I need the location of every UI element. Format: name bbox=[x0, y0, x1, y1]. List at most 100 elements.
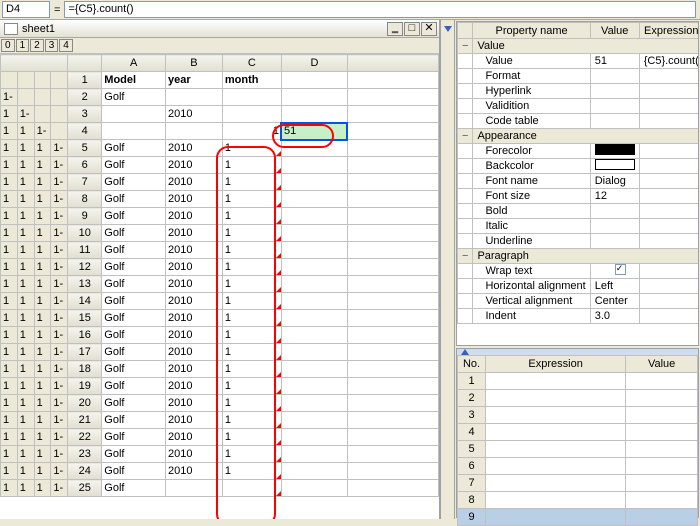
spreadsheet-grid[interactable]: ABCD1Modelyearmonth1-2Golf11-32010111-41… bbox=[0, 54, 439, 497]
row-header[interactable]: 15 bbox=[68, 310, 102, 327]
row-header[interactable]: 22 bbox=[68, 429, 102, 446]
cell[interactable]: 1 bbox=[222, 327, 281, 344]
cell[interactable]: 2010 bbox=[165, 276, 222, 293]
close-icon[interactable]: ✕ bbox=[421, 22, 437, 36]
cell[interactable]: 1 bbox=[222, 446, 281, 463]
cell[interactable] bbox=[281, 463, 347, 480]
cell[interactable]: 1 bbox=[222, 174, 281, 191]
collapse-icon[interactable]: − bbox=[458, 129, 473, 144]
cell[interactable]: Golf bbox=[102, 225, 166, 242]
property-expression[interactable] bbox=[639, 279, 699, 294]
row-header[interactable]: 19 bbox=[68, 378, 102, 395]
expression-table[interactable]: No.ExpressionValue123456789 bbox=[457, 355, 698, 526]
cell[interactable]: 2010 bbox=[165, 259, 222, 276]
cell[interactable]: 1 bbox=[222, 378, 281, 395]
row-header[interactable]: 24 bbox=[68, 463, 102, 480]
row-header[interactable]: 2 bbox=[68, 89, 102, 106]
cell[interactable]: 1 bbox=[222, 191, 281, 208]
outline-level[interactable]: 4 bbox=[59, 39, 73, 52]
cell[interactable]: Golf bbox=[102, 480, 166, 497]
row-header[interactable]: 21 bbox=[68, 412, 102, 429]
column-header[interactable]: B bbox=[165, 55, 222, 72]
cell[interactable]: 2010 bbox=[165, 327, 222, 344]
row-header[interactable]: 9 bbox=[68, 208, 102, 225]
expr-cell[interactable] bbox=[486, 509, 626, 526]
cell[interactable]: 2010 bbox=[165, 429, 222, 446]
property-expression[interactable] bbox=[639, 114, 699, 129]
row-header[interactable]: 16 bbox=[68, 327, 102, 344]
column-header[interactable]: C bbox=[222, 55, 281, 72]
row-header[interactable]: 10 bbox=[68, 225, 102, 242]
cell[interactable]: Golf bbox=[102, 463, 166, 480]
row-header[interactable]: 17 bbox=[68, 344, 102, 361]
row-header[interactable]: 12 bbox=[68, 259, 102, 276]
property-value[interactable]: 51 bbox=[590, 54, 639, 69]
property-group[interactable]: Value bbox=[473, 39, 699, 54]
cell[interactable]: 1 bbox=[222, 157, 281, 174]
panel-divider[interactable] bbox=[441, 20, 455, 519]
cell[interactable] bbox=[281, 429, 347, 446]
cell[interactable]: Golf bbox=[102, 191, 166, 208]
cell[interactable] bbox=[281, 191, 347, 208]
cell[interactable]: 1 bbox=[222, 140, 281, 157]
cell[interactable]: 1 bbox=[222, 361, 281, 378]
property-expression[interactable] bbox=[639, 219, 699, 234]
row-header[interactable]: 3 bbox=[68, 106, 102, 123]
expr-value-cell[interactable] bbox=[626, 492, 698, 509]
row-header[interactable]: 8 bbox=[68, 191, 102, 208]
cell[interactable]: Golf bbox=[102, 395, 166, 412]
maximize-icon[interactable]: □ bbox=[404, 22, 420, 36]
property-expression[interactable] bbox=[639, 189, 699, 204]
property-value[interactable]: Left bbox=[590, 279, 639, 294]
expr-value-cell[interactable] bbox=[626, 458, 698, 475]
expr-cell[interactable] bbox=[486, 475, 626, 492]
row-header[interactable]: 20 bbox=[68, 395, 102, 412]
cell[interactable]: 1 bbox=[222, 259, 281, 276]
selected-cell[interactable]: 51 bbox=[281, 123, 347, 140]
cell[interactable] bbox=[281, 157, 347, 174]
cell[interactable]: 1 bbox=[222, 412, 281, 429]
cell[interactable]: Golf bbox=[102, 140, 166, 157]
cell[interactable] bbox=[281, 446, 347, 463]
property-value[interactable] bbox=[590, 69, 639, 84]
expr-value-cell[interactable] bbox=[626, 373, 698, 390]
property-expression[interactable] bbox=[639, 84, 699, 99]
cell[interactable] bbox=[281, 378, 347, 395]
cell[interactable]: 1 bbox=[222, 344, 281, 361]
cell[interactable] bbox=[281, 208, 347, 225]
row-header[interactable]: 14 bbox=[68, 293, 102, 310]
property-value[interactable]: Dialog bbox=[590, 174, 639, 189]
cell[interactable]: 1 bbox=[222, 293, 281, 310]
cell[interactable] bbox=[281, 242, 347, 259]
property-expression[interactable] bbox=[639, 294, 699, 309]
cell[interactable]: Golf bbox=[102, 344, 166, 361]
cell[interactable] bbox=[222, 480, 281, 497]
expr-row-number[interactable]: 9 bbox=[458, 509, 486, 526]
cell[interactable] bbox=[281, 293, 347, 310]
expr-row-number[interactable]: 7 bbox=[458, 475, 486, 492]
property-expression[interactable] bbox=[639, 159, 699, 174]
property-expression[interactable]: {C5}.count( bbox=[639, 54, 699, 69]
cell[interactable] bbox=[281, 395, 347, 412]
cell[interactable]: 2010 bbox=[165, 463, 222, 480]
cell[interactable]: 1 bbox=[222, 429, 281, 446]
row-header[interactable]: 13 bbox=[68, 276, 102, 293]
cell[interactable]: 2010 bbox=[165, 310, 222, 327]
property-group[interactable]: Paragraph bbox=[473, 249, 699, 264]
property-expression[interactable] bbox=[639, 69, 699, 84]
cell[interactable]: 1 bbox=[222, 225, 281, 242]
row-header[interactable]: 7 bbox=[68, 174, 102, 191]
minimize-icon[interactable]: ‗ bbox=[387, 22, 403, 36]
property-value[interactable] bbox=[590, 99, 639, 114]
outline-level[interactable]: 0 bbox=[1, 39, 15, 52]
cell[interactable]: 2010 bbox=[165, 446, 222, 463]
row-header[interactable]: 11 bbox=[68, 242, 102, 259]
property-value[interactable] bbox=[590, 159, 639, 174]
cell[interactable]: 1 bbox=[222, 395, 281, 412]
cell[interactable]: 1 bbox=[222, 208, 281, 225]
collapse-icon[interactable]: − bbox=[458, 39, 473, 54]
expr-row-number[interactable]: 4 bbox=[458, 424, 486, 441]
cell[interactable]: Golf bbox=[102, 310, 166, 327]
row-header[interactable]: 6 bbox=[68, 157, 102, 174]
cell[interactable]: 1 bbox=[222, 310, 281, 327]
